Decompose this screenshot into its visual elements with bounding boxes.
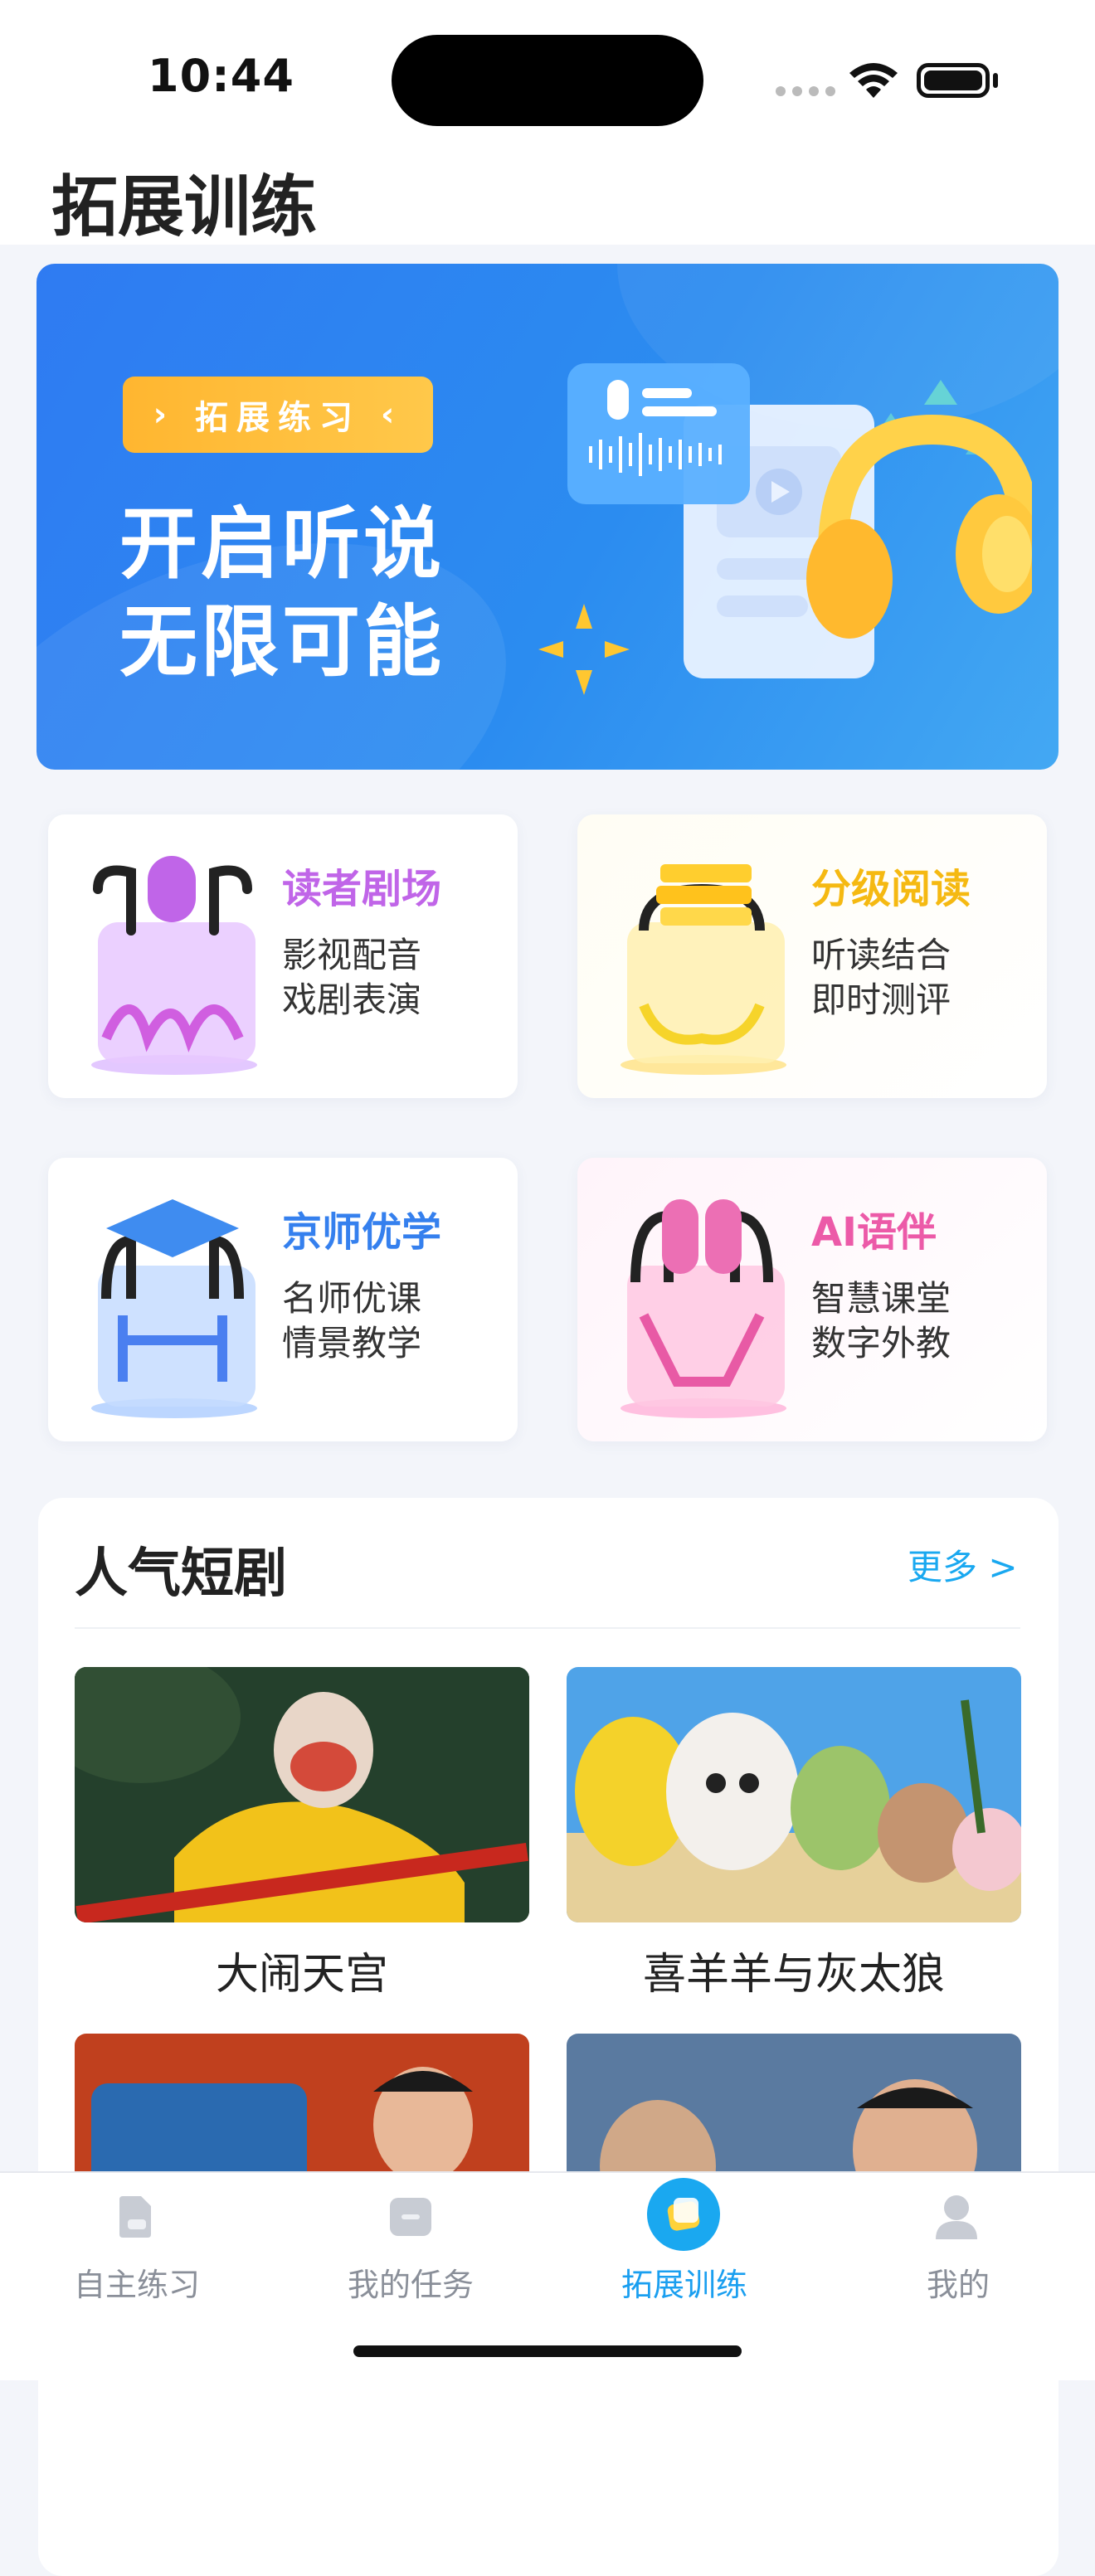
- feature-title: 京师优学: [282, 1209, 442, 1256]
- person-icon: [936, 2195, 977, 2239]
- section-title: 人气短剧: [75, 1543, 287, 1605]
- chevron-left-icon: ‹: [361, 396, 403, 434]
- chevron-right-icon: ›: [153, 396, 195, 434]
- feature-card-jingshi[interactable]: 京师优学 名师优课 情景教学: [48, 1158, 518, 1441]
- feature-title: AI语伴: [811, 1209, 937, 1256]
- tab-self-practice[interactable]: 自主练习: [0, 2259, 274, 2305]
- drama-thumbnail[interactable]: [567, 1667, 1021, 1922]
- feature-subtitle: 影视配音: [282, 935, 422, 975]
- signal-icon: [776, 86, 835, 96]
- document-icon: [119, 2196, 151, 2238]
- banner-tag: › 拓展练习 ‹: [123, 377, 433, 453]
- feature-title: 读者剧场: [282, 866, 442, 912]
- feature-subtitle: 名师优课: [282, 1278, 422, 1319]
- drama-caption: 大闹天宫: [215, 1950, 388, 2000]
- home-indicator[interactable]: [353, 2345, 742, 2357]
- feature-subtitle: 情景教学: [282, 1323, 422, 1363]
- tab-expand-training[interactable]: 拓展训练: [548, 2259, 821, 2305]
- feature-subtitle: 智慧课堂: [811, 1278, 951, 1319]
- divider: [75, 1627, 1020, 1629]
- books-icon: [620, 864, 786, 1075]
- ai-partner-icon: [620, 1199, 786, 1418]
- feature-subtitle: 数字外教: [811, 1323, 951, 1363]
- banner-headline-1: 开启听说: [119, 499, 445, 590]
- feature-title: 分级阅读: [811, 866, 971, 912]
- banner-tag-label: 拓展练习: [195, 399, 361, 437]
- tab-mine[interactable]: 我的: [821, 2259, 1095, 2305]
- folder-icon: [390, 2198, 431, 2236]
- dynamic-island: [392, 35, 703, 126]
- drama-thumbnail[interactable]: [75, 1667, 529, 1922]
- feature-card-ai-partner[interactable]: AI语伴 智慧课堂 数字外教: [577, 1158, 1047, 1441]
- battery-icon: [917, 63, 990, 98]
- wifi-icon: [849, 63, 898, 98]
- feature-card-graded-reading[interactable]: 分级阅读 听读结合 即时测评: [577, 814, 1047, 1098]
- banner-illustration: [538, 363, 1032, 695]
- graduation-cap-icon: [91, 1199, 257, 1418]
- banner-headline-2: 无限可能: [119, 597, 445, 688]
- feature-subtitle: 听读结合: [811, 935, 951, 975]
- drama-thumbnail-image: [567, 1667, 1021, 1922]
- page-title: 拓展训练: [51, 168, 317, 245]
- feature-subtitle: 即时测评: [811, 979, 951, 1020]
- feature-subtitle: 戏剧表演: [282, 979, 422, 1020]
- theater-mask-icon: [91, 856, 257, 1075]
- tab-my-tasks[interactable]: 我的任务: [274, 2259, 548, 2305]
- battery-cap: [993, 73, 998, 88]
- drama-caption: 喜羊羊与灰太狼: [642, 1950, 945, 2000]
- drama-thumbnail-image: [75, 1667, 529, 1922]
- expand-training-icon: [647, 2178, 720, 2251]
- more-link[interactable]: 更多 >: [908, 1539, 1018, 1590]
- feature-card-readers-theater[interactable]: 读者剧场 影视配音 戏剧表演: [48, 814, 518, 1098]
- status-time: 10:44: [148, 50, 294, 102]
- promo-banner[interactable]: › 拓展练习 ‹ 开启听说 无限可能: [36, 264, 1058, 770]
